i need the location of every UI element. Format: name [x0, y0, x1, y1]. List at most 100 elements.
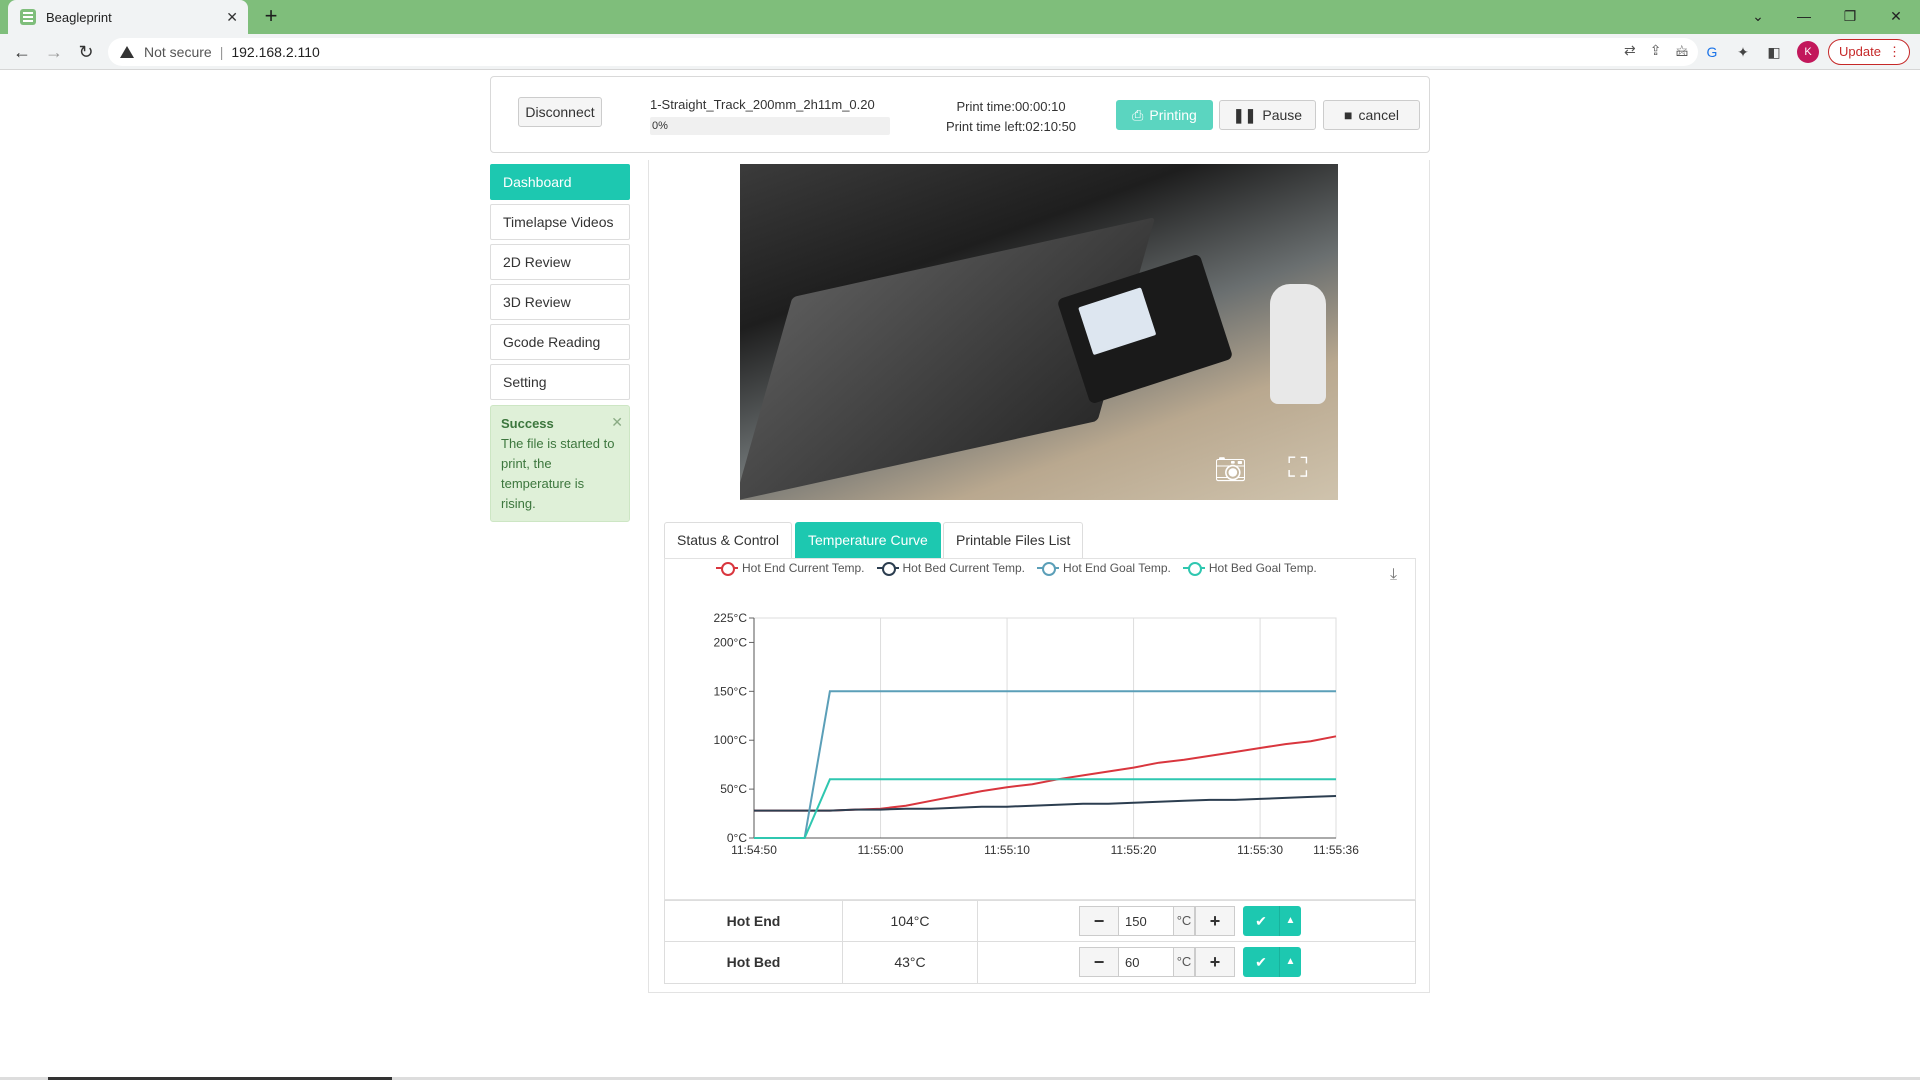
pause-label: Pause: [1262, 107, 1303, 123]
legend-label: Hot End Goal Temp.: [1063, 561, 1171, 575]
legend-item[interactable]: Hot Bed Current Temp.: [876, 561, 1026, 576]
x-tick-label: 11:54:50: [731, 843, 777, 857]
temperature-chart: 11:54:50 11:55:00 11:55:10 11:55:20 11:55:30…: [714, 611, 1360, 857]
translate-icon[interactable]: ⇄: [1624, 42, 1636, 59]
hot-end-apply-button[interactable]: ✔: [1243, 906, 1279, 936]
cancel-button[interactable]: ■ cancel: [1323, 100, 1420, 130]
series-line: [754, 795, 1337, 812]
forward-icon[interactable]: →: [42, 40, 66, 64]
print-filename: 1-Straight_Track_200mm_2h11m_0.20: [650, 97, 875, 112]
tab-temperature-curve[interactable]: Temperature Curve: [795, 522, 941, 558]
y-tick-label: 150°C: [714, 684, 748, 698]
disconnect-label: Disconnect: [525, 104, 595, 120]
y-tick-label: 50°C: [720, 782, 747, 796]
reload-icon[interactable]: ↻: [74, 40, 98, 64]
close-alert-icon[interactable]: ✕: [611, 412, 623, 432]
printing-button[interactable]: ⎙ Printing: [1116, 100, 1213, 130]
alert-message: The file is started to print, the temper…: [501, 436, 615, 511]
legend-marker-icon: [1037, 562, 1060, 576]
hot-end-label: Hot End: [665, 901, 843, 941]
hot-end-goal-input[interactable]: [1119, 906, 1173, 936]
sidebar-item-dashboard[interactable]: Dashboard: [490, 164, 630, 200]
camera-device: [1270, 284, 1326, 404]
temp-row-hot-bed: Hot Bed 43°C − °C + ✔ ▲: [665, 942, 1415, 983]
legend-label: Hot Bed Current Temp.: [902, 561, 1026, 575]
disconnect-button[interactable]: Disconnect: [518, 97, 602, 127]
hot-bed-decrease-button[interactable]: −: [1079, 947, 1119, 977]
hot-bed-current-temp: 43°C: [843, 942, 978, 983]
extensions-puzzle-icon[interactable]: ✦: [1733, 42, 1753, 62]
new-tab-icon[interactable]: +: [258, 4, 284, 30]
camera-feed: 📷︎ ⛶: [740, 164, 1338, 500]
tab-printable-files-list[interactable]: Printable Files List: [943, 522, 1084, 558]
printing-label: Printing: [1149, 107, 1197, 123]
tab-status-control[interactable]: Status & Control: [664, 522, 792, 558]
hot-bed-preset-dropdown[interactable]: ▲: [1279, 947, 1301, 977]
sidebar-item-gcode-reading[interactable]: Gcode Reading: [490, 324, 630, 360]
address-separator: |: [219, 44, 224, 60]
minimize-icon[interactable]: —: [1781, 0, 1827, 34]
address-bar[interactable]: Not secure | 192.168.2.110 ⇄ ⇪ ☆: [108, 38, 1698, 66]
legend-label: Hot Bed Goal Temp.: [1208, 561, 1317, 575]
hot-bed-apply-button[interactable]: ✔: [1243, 947, 1279, 977]
hot-end-preset-dropdown[interactable]: ▲: [1279, 906, 1301, 936]
stop-icon: ■: [1344, 107, 1353, 123]
print-time-left: Print time left:02:10:50: [945, 119, 1077, 134]
print-status-header: Disconnect 1-Straight_Track_200mm_2h11m_…: [490, 76, 1430, 153]
legend-marker-icon: [1182, 562, 1205, 576]
more-menu-icon[interactable]: ⋮: [1888, 40, 1901, 64]
favicon-icon: [20, 9, 36, 25]
update-button[interactable]: Update ⋮: [1828, 39, 1910, 65]
y-tick-label: 0°C: [727, 831, 747, 845]
y-tick-label: 225°C: [714, 611, 748, 625]
temp-row-hot-end: Hot End 104°C − °C + ✔ ▲: [665, 901, 1415, 942]
chart-legend: Hot End Current Temp. Hot Bed Current Tem…: [716, 561, 1317, 576]
sidebar-item-timelapse-videos[interactable]: Timelapse Videos: [490, 204, 630, 240]
fullscreen-icon[interactable]: ⛶: [1288, 452, 1308, 485]
hot-bed-increase-button[interactable]: +: [1195, 947, 1235, 977]
back-icon[interactable]: ←: [10, 40, 34, 64]
close-window-icon[interactable]: ✕: [1873, 0, 1919, 34]
pause-icon: ❚❚: [1232, 106, 1257, 123]
print-progress-bar: 0%: [650, 117, 890, 135]
extension-icon-1[interactable]: ▭: [1672, 42, 1692, 62]
share-icon[interactable]: ⇪: [1650, 42, 1662, 59]
legend-item[interactable]: Hot End Goal Temp.: [1037, 561, 1171, 576]
legend-marker-icon: [716, 562, 738, 576]
legend-label: Hot End Current Temp.: [742, 561, 865, 575]
extension-translate-icon[interactable]: G: [1702, 42, 1722, 62]
sidebar-item-3d-review[interactable]: 3D Review: [490, 284, 630, 320]
side-panel-icon[interactable]: ◧: [1764, 42, 1784, 62]
pause-button[interactable]: ❚❚ Pause: [1219, 100, 1316, 130]
print-time: Print time:00:00:10: [956, 99, 1066, 114]
hot-end-increase-button[interactable]: +: [1195, 906, 1235, 936]
y-tick-label: 200°C: [714, 635, 748, 649]
url-text: 192.168.2.110: [231, 44, 320, 60]
x-tick-label: 11:55:00: [858, 843, 904, 857]
download-icon[interactable]: ⤓: [1390, 566, 1397, 584]
legend-item[interactable]: Hot Bed Goal Temp.: [1182, 561, 1317, 576]
close-tab-icon[interactable]: ✕: [226, 9, 238, 26]
sidebar-item-2d-review[interactable]: 2D Review: [490, 244, 630, 280]
y-tick-label: 100°C: [714, 733, 748, 747]
browser-toolbar: ← → ↻ Not secure | 192.168.2.110 ⇄ ⇪ ☆: [0, 34, 1920, 70]
hot-end-decrease-button[interactable]: −: [1079, 906, 1119, 936]
hot-bed-label: Hot Bed: [665, 942, 843, 983]
sidebar-item-setting[interactable]: Setting: [490, 364, 630, 400]
hot-end-unit: °C: [1173, 906, 1195, 936]
browser-tab[interactable]: Beagleprint ✕: [8, 0, 248, 34]
hot-bed-goal-input[interactable]: [1119, 947, 1173, 977]
hot-end-current-temp: 104°C: [843, 901, 978, 941]
update-label: Update: [1839, 44, 1881, 59]
legend-item[interactable]: Hot End Current Temp.: [716, 561, 865, 576]
tab-title: Beagleprint: [46, 9, 112, 25]
x-tick-label: 11:55:20: [1111, 843, 1157, 857]
legend-marker-icon: [876, 562, 899, 576]
series-line: [754, 778, 1336, 839]
temperature-control-table: Hot End 104°C − °C + ✔ ▲ Hot Bed 43°C − …: [664, 900, 1416, 984]
profile-avatar[interactable]: K: [1797, 41, 1819, 63]
tab-search-icon[interactable]: ⌄: [1735, 0, 1781, 34]
hot-end-stepper: − °C + ✔ ▲: [1079, 906, 1301, 936]
camera-snapshot-icon[interactable]: 📷︎: [1214, 454, 1247, 485]
restore-icon[interactable]: ❐: [1827, 0, 1873, 34]
